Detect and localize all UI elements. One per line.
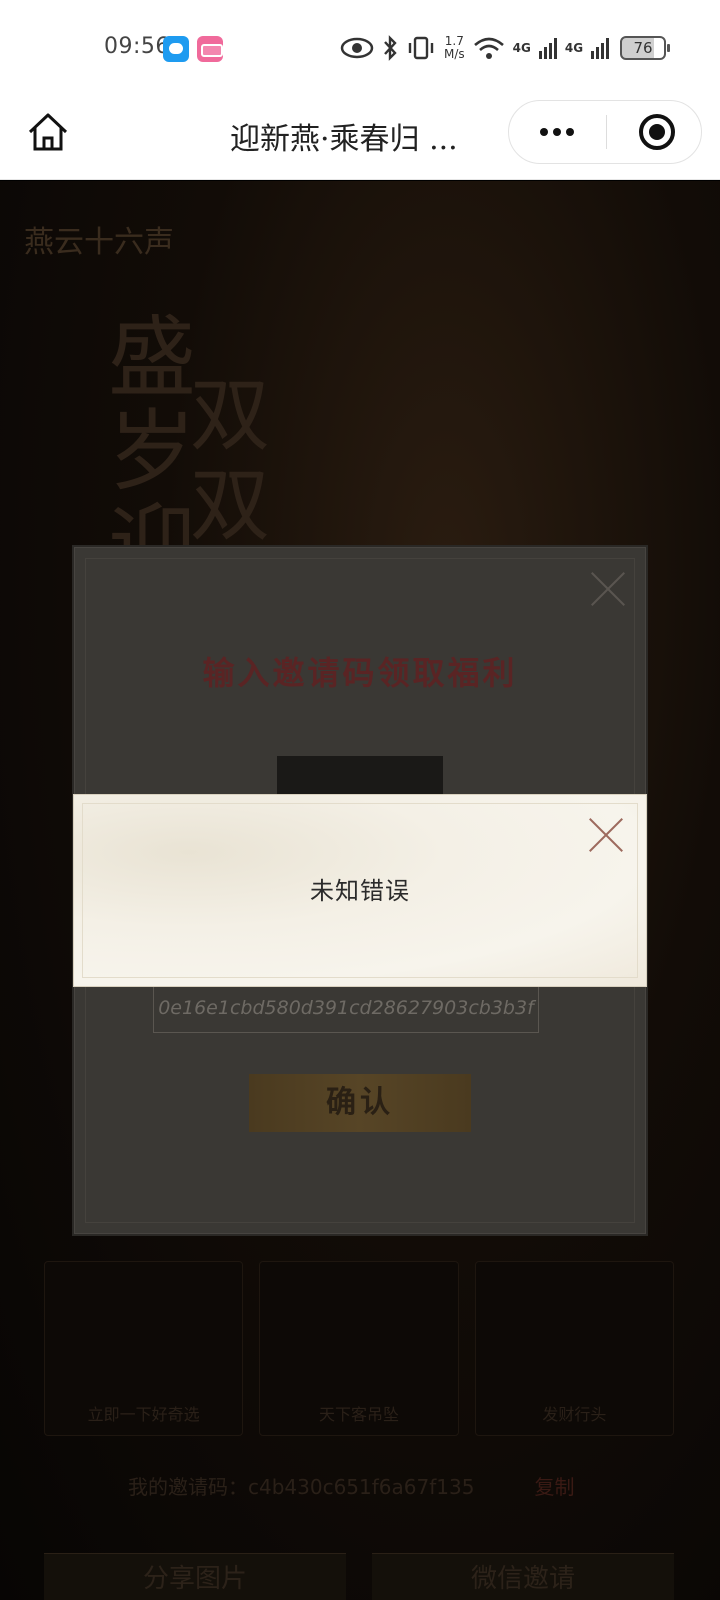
my-invite-code: 我的邀请码：c4b430c651f6a67f135 复制 <box>128 1471 574 1500</box>
reward-card-label: 发财行头 <box>542 1405 607 1424</box>
reward-cards: 立即一下好奇选 天下客吊坠 发财行头 <box>44 1261 674 1436</box>
capsule-menu <box>508 100 702 164</box>
invite-dialog-title: 输入邀请码领取福利 <box>202 654 518 692</box>
reward-card: 天下客吊坠 <box>259 1261 459 1436</box>
exit-miniprogram-button[interactable] <box>639 114 675 150</box>
bluetooth-icon <box>384 35 397 61</box>
error-dialog: 未知错误 <box>74 795 646 986</box>
copy-button: 复制 <box>534 1475 575 1499</box>
share-image-button: 分享图片 <box>44 1553 346 1600</box>
reward-card-label: 立即一下好奇选 <box>87 1405 200 1424</box>
invite-dialog-close-icon <box>589 570 627 608</box>
wifi-icon <box>473 37 504 59</box>
network-speed-unit: M/s <box>444 47 465 61</box>
confirm-button: 确认 <box>249 1074 471 1132</box>
banner-title-right: 双双 <box>190 369 270 552</box>
network-type-2: 4G <box>564 41 584 55</box>
status-bar: 09:56 1.7 M/s 4G 4G 76 <box>0 0 720 92</box>
error-message: 未知错误 <box>310 877 410 905</box>
eye-icon <box>340 37 374 59</box>
network-speed: 1.7 M/s <box>444 35 465 61</box>
reward-card: 发财行头 <box>474 1261 674 1436</box>
status-icons: 1.7 M/s 4G 4G <box>340 30 610 66</box>
reward-card: 立即一下好奇选 <box>44 1261 244 1436</box>
more-dots-icon <box>540 128 548 136</box>
error-dialog-close-icon[interactable] <box>588 817 624 853</box>
share-buttons: 分享图片 微信邀请 <box>44 1553 674 1600</box>
reward-card-label: 天下客吊坠 <box>318 1405 399 1424</box>
message-notification-icon <box>163 36 189 62</box>
navigation-bar: 迎新燕·乘春归 ... <box>0 92 720 180</box>
more-button[interactable] <box>509 101 605 163</box>
app-notification-icon <box>197 36 223 62</box>
home-icon <box>28 113 68 151</box>
brand-logo: 燕云十六声 <box>24 225 174 260</box>
status-time: 09:56 <box>104 34 170 59</box>
page-title: 迎新燕·乘春归 ... <box>230 122 458 157</box>
network-type-1: 4G <box>512 41 531 55</box>
capsule-divider <box>606 115 607 149</box>
invite-code-input: 0e16e1cbd580d391cd28627903cb3b3f <box>153 983 539 1033</box>
signal-icon-1 <box>538 37 557 59</box>
wechat-invite-button: 微信邀请 <box>372 1553 674 1600</box>
vibrate-icon <box>408 36 434 60</box>
home-button[interactable] <box>24 108 72 156</box>
signal-icon-2 <box>591 37 610 59</box>
battery-icon: 76 <box>620 36 670 60</box>
my-invite-code-text: 我的邀请码：c4b430c651f6a67f135 <box>128 1475 475 1499</box>
